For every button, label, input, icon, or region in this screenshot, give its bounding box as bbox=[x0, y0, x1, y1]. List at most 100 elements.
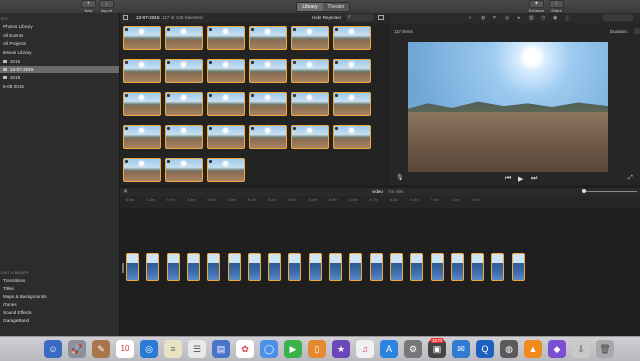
microphone-icon[interactable]: 🎙 bbox=[396, 174, 404, 181]
clip-thumbnail[interactable] bbox=[165, 92, 203, 116]
photos-icon[interactable]: ✿ bbox=[236, 340, 254, 358]
calendar-icon[interactable]: 10 bbox=[116, 340, 134, 358]
clip-appearance-icon[interactable] bbox=[378, 15, 384, 20]
reminders-icon[interactable]: ☰ bbox=[188, 340, 206, 358]
itunes-icon[interactable]: ♫ bbox=[356, 340, 374, 358]
ibooks-icon[interactable]: ▯ bbox=[308, 340, 326, 358]
trash-icon[interactable]: 🗑 bbox=[596, 340, 614, 358]
clip-thumbnail[interactable] bbox=[333, 92, 371, 116]
noise-reduction-icon[interactable]: ▥ bbox=[529, 15, 534, 21]
timeline-clip[interactable] bbox=[207, 253, 221, 281]
new-button[interactable]: + New bbox=[80, 0, 97, 13]
timeline-clip[interactable] bbox=[369, 253, 383, 281]
imovie-icon[interactable]: ★ bbox=[332, 340, 350, 358]
timeline-clip[interactable] bbox=[410, 253, 424, 281]
clip-thumbnail[interactable] bbox=[333, 59, 371, 83]
sidebar-item-sound-effects[interactable]: Sound Effects bbox=[0, 309, 119, 316]
clip-thumbnail[interactable] bbox=[123, 158, 161, 182]
info-icon[interactable]: ⓘ bbox=[565, 15, 570, 22]
quicktime-icon[interactable]: Q bbox=[476, 340, 494, 358]
play-icon[interactable]: ▶ bbox=[518, 175, 523, 183]
clip-thumbnail[interactable] bbox=[165, 158, 203, 182]
share-button[interactable]: ↑ Share bbox=[548, 0, 565, 13]
messages-icon[interactable]: ◯ bbox=[260, 340, 278, 358]
tab-library[interactable]: Library bbox=[297, 3, 323, 11]
stabilization-icon[interactable]: ◎ bbox=[505, 15, 509, 21]
timeline-clip[interactable] bbox=[186, 253, 200, 281]
fullscreen-icon[interactable]: ⤢ bbox=[628, 175, 633, 182]
clip-thumbnail[interactable] bbox=[291, 125, 329, 149]
timeline-clip[interactable] bbox=[389, 253, 403, 281]
timeline-clip[interactable] bbox=[491, 253, 505, 281]
sidebar-item-2015[interactable]: 2015 bbox=[0, 58, 119, 65]
volume-icon[interactable]: ◂ bbox=[517, 15, 520, 21]
import-button[interactable]: ↓ Import bbox=[98, 0, 115, 13]
crop-icon[interactable]: ⌗ bbox=[493, 15, 496, 21]
clip-thumbnail[interactable] bbox=[207, 158, 245, 182]
launchpad-icon[interactable]: 🚀 bbox=[68, 340, 86, 358]
close-icon[interactable]: ✕ bbox=[123, 188, 128, 195]
clip-thumbnail[interactable] bbox=[207, 92, 245, 116]
clip-thumbnail[interactable] bbox=[207, 59, 245, 83]
clip-thumbnail[interactable] bbox=[249, 125, 287, 149]
downloads-icon[interactable]: ⇩ bbox=[572, 340, 590, 358]
timeline-clip[interactable] bbox=[268, 253, 282, 281]
color-correction-icon[interactable]: ◍ bbox=[481, 15, 485, 21]
timeline-clip[interactable] bbox=[166, 253, 180, 281]
sidebar-item-13-07-2015[interactable]: 13-07-2015 bbox=[0, 66, 119, 73]
timeline-clip[interactable] bbox=[450, 253, 464, 281]
sidebar-item-itunes[interactable]: iTunes bbox=[0, 301, 119, 308]
sidebar-item-2018[interactable]: 2018 bbox=[0, 74, 119, 81]
clip-thumbnail[interactable] bbox=[123, 26, 161, 50]
sidebar-item-all-projects[interactable]: All Projects bbox=[0, 40, 119, 47]
sidebar-item-transitions[interactable]: Transitions bbox=[0, 277, 119, 284]
notes-icon[interactable]: ≡ bbox=[164, 340, 182, 358]
sidebar-item-garageband[interactable]: GarageBand bbox=[0, 317, 119, 324]
system-preferences-icon[interactable]: ⚙ bbox=[404, 340, 422, 358]
timeline-clip[interactable] bbox=[471, 253, 485, 281]
clip-thumbnail[interactable] bbox=[249, 26, 287, 50]
app-store-icon[interactable]: A bbox=[380, 340, 398, 358]
timeline-clip[interactable] bbox=[329, 253, 342, 281]
timeline-clip[interactable] bbox=[349, 253, 363, 281]
sidebar-toggle-icon[interactable] bbox=[123, 15, 128, 20]
clip-thumbnail[interactable] bbox=[207, 125, 245, 149]
filter-icon[interactable]: ◉ bbox=[553, 15, 557, 21]
clip-thumbnail[interactable] bbox=[165, 125, 203, 149]
timeline-clip[interactable] bbox=[308, 253, 322, 281]
clip-thumbnail[interactable] bbox=[123, 92, 161, 116]
clip-thumbnail[interactable] bbox=[249, 59, 287, 83]
vlc-icon[interactable]: ▲ bbox=[524, 340, 542, 358]
clip-thumbnail[interactable] bbox=[333, 125, 371, 149]
clip-thumbnail[interactable] bbox=[123, 125, 161, 149]
app-icon-2[interactable]: ◆ bbox=[548, 340, 566, 358]
clip-thumbnail[interactable] bbox=[333, 26, 371, 50]
notes-app-icon[interactable]: ✎ bbox=[92, 340, 110, 358]
timeline-clip[interactable] bbox=[288, 253, 302, 281]
clip-thumbnail[interactable] bbox=[165, 59, 203, 83]
clip-thumbnail[interactable] bbox=[291, 92, 329, 116]
timeline-clip[interactable] bbox=[430, 253, 444, 281]
clip-thumbnail[interactable] bbox=[123, 59, 161, 83]
facetime-icon[interactable]: ▶ bbox=[284, 340, 302, 358]
sidebar-item-all-events[interactable]: All Events bbox=[0, 32, 119, 39]
sidebar-item-maps-backgrounds[interactable]: Maps & Backgrounds bbox=[0, 293, 119, 300]
timeline-clip[interactable] bbox=[146, 253, 160, 281]
sidebar-item-5-08-2015[interactable]: 5-08-2015 bbox=[0, 83, 119, 90]
clip-thumbnail[interactable] bbox=[207, 26, 245, 50]
mail-icon[interactable]: ✉ bbox=[452, 340, 470, 358]
clip-thumbnail[interactable] bbox=[165, 26, 203, 50]
timeline-clip[interactable] bbox=[511, 253, 525, 281]
zoom-slider-knob[interactable] bbox=[582, 189, 586, 193]
timeline-start-handle[interactable] bbox=[122, 263, 124, 273]
clip-thumbnail[interactable] bbox=[291, 26, 329, 50]
color-balance-icon[interactable]: ◐ bbox=[469, 15, 472, 21]
sidebar-item-photos-library[interactable]: Photos Library bbox=[0, 23, 119, 30]
timeline-clip[interactable] bbox=[126, 253, 139, 281]
timeline-clip[interactable] bbox=[247, 253, 261, 281]
skip-back-icon[interactable]: ⏮ bbox=[505, 175, 511, 183]
tab-theater[interactable]: Theater bbox=[323, 3, 349, 11]
browser-icon[interactable]: ◍ bbox=[500, 340, 518, 358]
speed-icon[interactable]: ◷ bbox=[541, 15, 545, 21]
clip-thumbnail[interactable] bbox=[291, 59, 329, 83]
